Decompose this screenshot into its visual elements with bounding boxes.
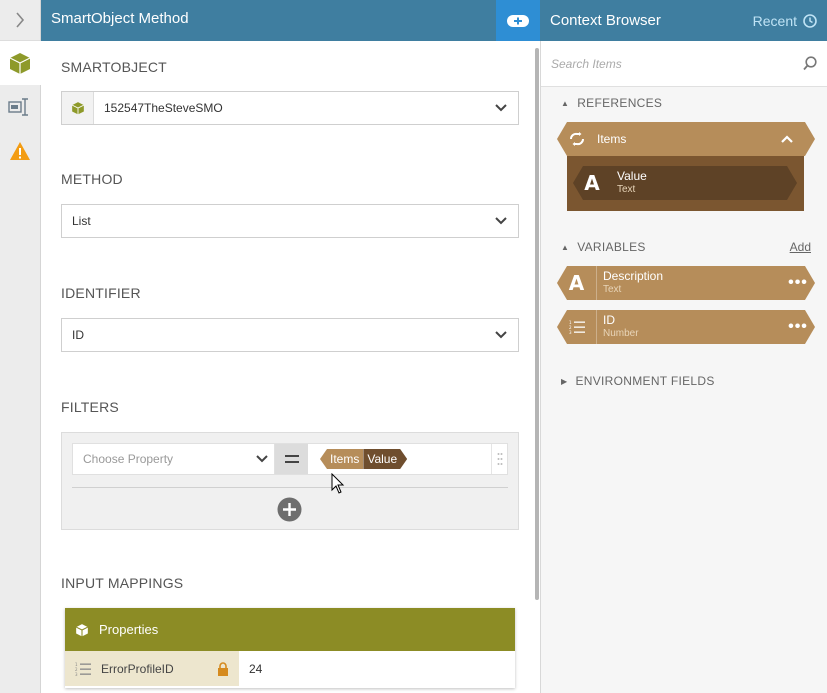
chevron-down-icon <box>484 331 518 339</box>
collapse-triangle-icon: ▲ <box>561 242 570 252</box>
variable-name: Description <box>603 269 664 283</box>
grip-icon <box>497 453 502 465</box>
references-label: REFERENCES <box>577 96 663 110</box>
main-scrollbar[interactable] <box>535 48 539 600</box>
properties-header-label: Properties <box>99 622 159 637</box>
text-type-icon: A <box>557 266 597 300</box>
variable-type: Number <box>603 328 639 339</box>
variable-id[interactable]: 1 2 3 ID Number ••• <box>557 310 815 344</box>
search-input[interactable] <box>551 56 803 71</box>
smartobject-cube-icon <box>9 53 31 74</box>
svg-text:3: 3 <box>569 330 572 334</box>
mouse-cursor-icon <box>331 473 345 494</box>
plus-circle-icon <box>277 497 302 522</box>
search-icon[interactable] <box>803 56 817 71</box>
variables-section-toggle[interactable]: ▲ VARIABLES <box>561 240 646 254</box>
left-rail <box>0 0 41 693</box>
recent-button[interactable]: Recent <box>753 13 817 29</box>
environment-fields-label: ENVIRONMENT FIELDS <box>575 374 715 388</box>
identifier-value: ID <box>72 328 84 342</box>
svg-text:3: 3 <box>75 672 78 676</box>
value-field-chip[interactable]: A Value Text <box>573 166 797 200</box>
items-reference-label: Items <box>597 132 627 146</box>
number-list-icon: 1 2 3 <box>75 662 91 676</box>
context-browser-header: Context Browser Recent <box>540 0 827 41</box>
chevron-down-icon <box>484 217 518 225</box>
table-row: 1 2 3 ErrorProfileID 24 <box>65 651 515 686</box>
drag-handle[interactable] <box>491 444 507 474</box>
context-link-button[interactable] <box>496 0 540 41</box>
reference-icon <box>557 132 597 146</box>
smartobject-dropdown[interactable]: 152547TheSteveSMO <box>61 91 519 125</box>
filter-chip-items[interactable]: Items <box>320 449 364 469</box>
filter-chip-value[interactable]: Value <box>363 449 407 469</box>
chevron-right-icon <box>16 12 25 28</box>
warning-icon <box>10 142 30 160</box>
chevron-down-icon <box>484 104 518 112</box>
link-icon <box>507 14 529 27</box>
mapping-value-field[interactable]: 24 <box>239 662 515 676</box>
expand-triangle-icon: ▶ <box>561 376 568 386</box>
text-type-icon: A <box>584 171 600 195</box>
input-mappings-table: Properties 1 2 3 ErrorProfileID 24 <box>65 608 515 688</box>
recent-label: Recent <box>752 12 797 29</box>
smartobject-cube-icon <box>75 623 89 636</box>
collapse-triangle-icon: ▲ <box>561 98 570 108</box>
mapping-key-label: ErrorProfileID <box>101 661 174 676</box>
items-reference[interactable]: Items <box>557 122 815 156</box>
variable-description[interactable]: A Description Text ••• <box>557 266 815 300</box>
smartobject-tab-button[interactable] <box>0 41 41 85</box>
smartobject-icon-box <box>62 92 94 124</box>
operator-button[interactable] <box>275 444 308 474</box>
chevron-down-icon <box>256 455 268 463</box>
context-browser-panel: ▲ REFERENCES Items A Value Text ▲ VARIAB… <box>540 41 827 693</box>
variables-label: VARIABLES <box>577 240 646 254</box>
choose-property-placeholder: Choose Property <box>83 452 174 466</box>
more-options-icon[interactable]: ••• <box>781 274 815 292</box>
page-title: SmartObject Method <box>51 10 189 27</box>
smartobject-value: 152547TheSteveSMO <box>104 101 223 115</box>
variable-type: Text <box>603 284 622 295</box>
warnings-tab-button[interactable] <box>0 129 40 173</box>
value-field-name: Value <box>617 169 647 183</box>
references-section-toggle[interactable]: ▲ REFERENCES <box>561 96 662 110</box>
chevron-up-icon[interactable] <box>781 135 793 143</box>
value-field-type: Text <box>617 184 636 195</box>
filters-label: FILTERS <box>61 399 119 415</box>
text-field-icon <box>8 98 28 116</box>
variable-name: ID <box>603 313 615 327</box>
add-filter-button[interactable] <box>277 497 302 522</box>
filter-divider <box>72 487 508 488</box>
identifier-dropdown[interactable]: ID <box>61 318 519 352</box>
mapping-key-cell: 1 2 3 ErrorProfileID <box>65 651 239 686</box>
properties-header[interactable]: Properties <box>65 608 515 651</box>
number-type-icon: 1 2 3 <box>557 310 597 344</box>
method-config-panel: SMARTOBJECT 152547TheSteveSMO METHOD Lis… <box>41 41 540 693</box>
more-options-icon[interactable]: ••• <box>781 318 815 336</box>
filter-row: Choose Property Items Value <box>72 443 508 475</box>
smartobject-cube-icon <box>71 102 84 115</box>
input-mappings-label: INPUT MAPPINGS <box>61 575 184 591</box>
method-dropdown[interactable]: List <box>61 204 519 238</box>
context-browser-title: Context Browser <box>550 12 661 29</box>
lock-icon[interactable] <box>217 661 229 676</box>
expand-button[interactable] <box>0 0 40 41</box>
method-label: METHOD <box>61 171 123 187</box>
smartobject-label: SMARTOBJECT <box>61 59 167 75</box>
identifier-label: IDENTIFIER <box>61 285 141 301</box>
clock-icon <box>803 13 817 28</box>
filter-value-field[interactable]: Items Value <box>308 444 491 474</box>
properties-tab-button[interactable] <box>0 85 40 129</box>
search-bar <box>541 41 827 87</box>
equals-icon <box>284 455 299 463</box>
add-variable-link[interactable]: Add <box>790 240 811 254</box>
main-header: SmartObject Method <box>41 0 496 41</box>
method-value: List <box>72 214 91 228</box>
choose-property-dropdown[interactable]: Choose Property <box>73 444 275 474</box>
items-children: A Value Text <box>567 156 804 211</box>
filters-box: Choose Property Items Value <box>61 432 519 530</box>
environment-section-toggle[interactable]: ▶ ENVIRONMENT FIELDS <box>561 374 715 388</box>
